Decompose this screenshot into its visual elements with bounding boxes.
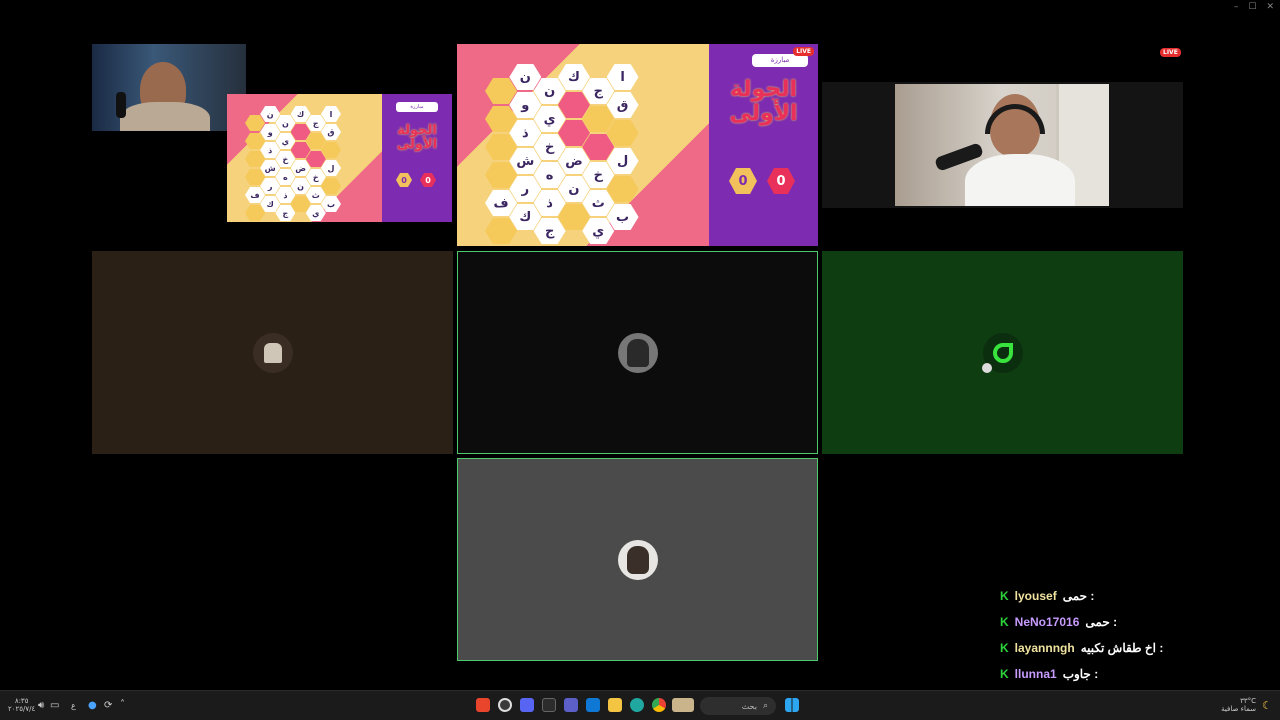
terminal-icon[interactable]: [542, 698, 556, 712]
webcam-tile-right: [822, 82, 1183, 208]
participant-tile-3[interactable]: [822, 251, 1183, 454]
chat-text: جاوب :: [1062, 667, 1099, 681]
live-badge: LIVE: [1160, 48, 1181, 57]
kick-badge-icon: K: [1000, 641, 1009, 655]
kick-badge-icon: K: [1000, 667, 1009, 681]
weather-widget[interactable]: ٣٣°C سماء صافية: [1221, 697, 1256, 713]
chat-message: Kllunna1 جاوب :: [1000, 661, 1200, 687]
mini-score-left: 0: [396, 173, 412, 187]
game-board: اجكننقيوخذلخضهشثنذرفبيجك مبارزة LIVE الج…: [457, 44, 818, 246]
kick-badge-icon: K: [1000, 589, 1009, 603]
chat-overlay: Klyousef حمى : K NeNo17016 حمى : Klayannngh اخ…: [1000, 583, 1200, 687]
chat-message: Klayannngh اخ طقاش تكبيه :: [1000, 635, 1200, 661]
chat-text: حمى :: [1085, 615, 1118, 629]
mic-icon[interactable]: ●: [88, 700, 97, 711]
person-body: [120, 102, 210, 131]
display-icon[interactable]: ▭: [50, 700, 59, 711]
window-controls: – ☐ ✕: [1234, 2, 1274, 12]
round-title: الجولة الأولى: [729, 77, 798, 127]
chat-username: layannngh: [1014, 641, 1075, 655]
mini-round-title: الجولة الأولى: [396, 123, 438, 153]
search-box[interactable]: بحث ⌕: [700, 697, 776, 715]
score-left: 0: [729, 168, 757, 194]
chat-message: K NeNo17016 حمى :: [1000, 609, 1200, 635]
search-icon: ⌕: [762, 701, 768, 711]
mini-label-button: مبارزة: [396, 102, 438, 112]
board-live-badge: LIVE: [793, 47, 814, 56]
score-right: 0: [767, 168, 795, 194]
avatar: [617, 539, 658, 580]
chat-username: llunna1: [1014, 667, 1057, 681]
participant-tile-1[interactable]: [92, 251, 453, 454]
side-panel: مبارزة LIVE الجولة الأولى 0 0: [709, 44, 818, 246]
mini-side-panel: مبارزة الجولة الأولى 0 0: [382, 94, 452, 222]
maximize-button[interactable]: ☐: [1248, 2, 1256, 12]
chevron-up-icon[interactable]: ˄: [120, 699, 125, 710]
edge-icon[interactable]: [630, 698, 644, 712]
brave-browser-icon[interactable]: [476, 698, 490, 712]
logo-icon: [992, 342, 1013, 363]
person-body: [965, 154, 1075, 206]
user-icon: [626, 545, 649, 574]
obs-icon[interactable]: [498, 698, 512, 712]
avatar: [252, 332, 293, 373]
chat-username: NeNo17016: [1014, 615, 1080, 629]
mini-game-board: اجكننقيوخذلخضهشثنذرفبيجك مبارزة الجولة ا…: [227, 94, 452, 222]
outlook-icon[interactable]: [586, 698, 600, 712]
participant-tile-4[interactable]: [457, 458, 818, 661]
taskbar: ٨:٣٥ ٢٠٢٥/٧/٤ 🔊︎ ▭ ع ● ⟳ ˄ بحث ⌕ ٣٣°C سم…: [0, 690, 1280, 720]
kick-badge-icon: K: [1000, 615, 1009, 629]
folder-icon[interactable]: [608, 698, 622, 712]
start-icon[interactable]: [785, 698, 799, 712]
user-icon: [626, 338, 649, 367]
speaker-icon[interactable]: 🔊︎: [38, 700, 44, 711]
minimize-button[interactable]: –: [1234, 2, 1239, 12]
microphone-icon: [116, 92, 126, 118]
mini-score-right: 0: [420, 173, 436, 187]
weather-moon-icon: ☾: [1262, 699, 1272, 712]
participant-tile-2[interactable]: [457, 251, 818, 454]
app-thumbnail-icon[interactable]: [672, 698, 694, 712]
chrome-icon[interactable]: [652, 698, 666, 712]
chat-text: اخ طقاش تكبيه :: [1080, 641, 1164, 655]
webcam-streamer-left: [92, 44, 246, 131]
chat-username: lyousef: [1014, 589, 1057, 603]
avatar: [617, 332, 658, 373]
language-indicator[interactable]: ع: [71, 701, 76, 710]
chat-message: Klyousef حمى :: [1000, 583, 1200, 609]
discord-icon[interactable]: [520, 698, 534, 712]
webcam-streamer-right: [895, 84, 1109, 206]
close-button[interactable]: ✕: [1266, 2, 1274, 12]
clock: ٨:٣٥ ٢٠٢٥/٧/٤: [8, 697, 36, 713]
sync-icon[interactable]: ⟳: [104, 700, 112, 711]
status-icon: [982, 363, 992, 373]
chat-text: حمى :: [1062, 589, 1095, 603]
teams-icon[interactable]: [564, 698, 578, 712]
user-icon: [263, 342, 282, 363]
